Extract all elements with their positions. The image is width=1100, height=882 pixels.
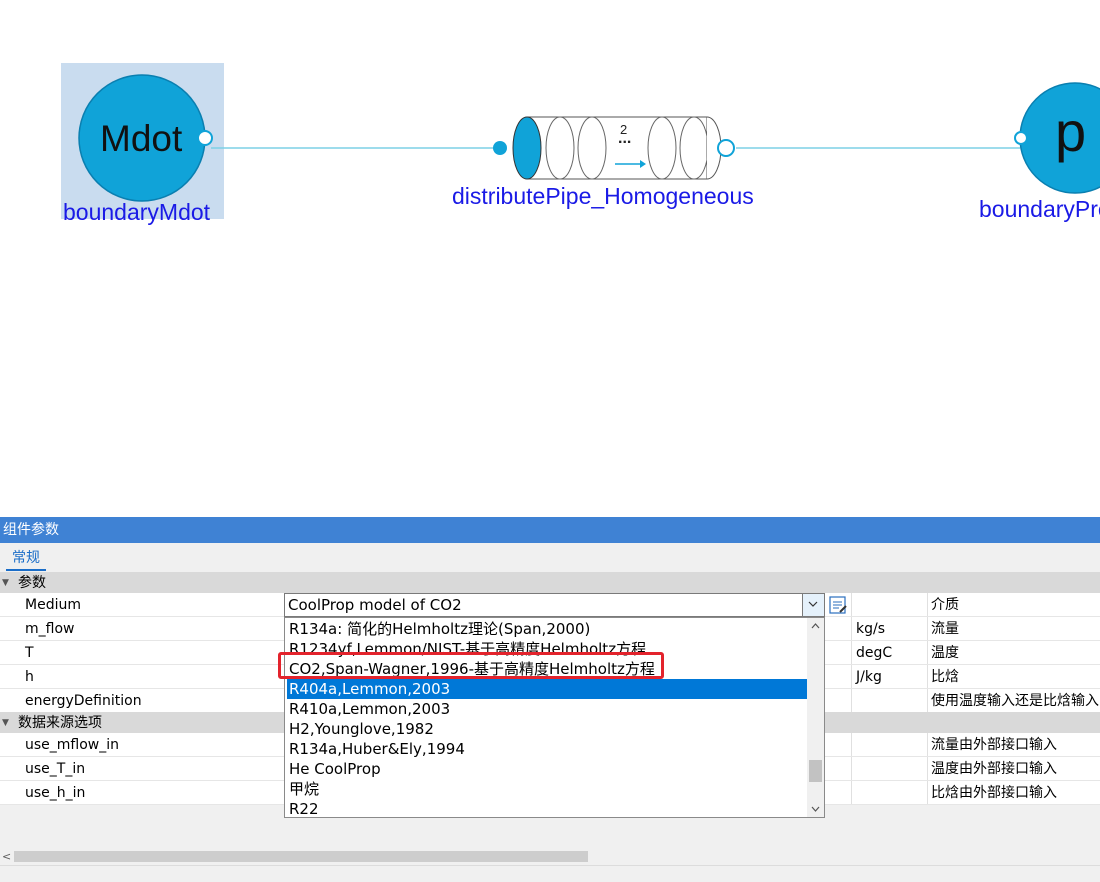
- param-unit: J/kg: [851, 665, 927, 688]
- port-inlet-icon: [1014, 131, 1028, 145]
- param-name: use_T_in: [25, 761, 86, 777]
- combobox-dropdown-button[interactable]: [802, 594, 824, 616]
- param-desc: 比焓: [927, 665, 1100, 688]
- horizontal-scrollbar-thumb[interactable]: [14, 851, 588, 862]
- dropdown-option-selected[interactable]: R404a,Lemmon,2003: [287, 679, 807, 699]
- panel-title: 组件参数: [0, 517, 1100, 543]
- param-unit: [851, 593, 927, 616]
- port-outlet-icon: [197, 130, 213, 146]
- param-desc: 温度: [927, 641, 1100, 664]
- distribute-pipe-icon[interactable]: [493, 116, 735, 180]
- medium-combobox[interactable]: CoolProp model of CO2: [284, 593, 825, 617]
- param-unit: [851, 781, 927, 804]
- port-outlet-icon: [717, 139, 735, 157]
- dropdown-option[interactable]: R134a: 简化的Helmholtz理论(Span,2000): [287, 619, 807, 639]
- distribute-pipe-label: distributePipe_Homogeneous: [452, 183, 754, 209]
- boundary-pressure-label: boundaryPre: [979, 196, 1100, 222]
- param-desc: 温度由外部接口输入: [927, 757, 1100, 780]
- edit-medium-button[interactable]: [828, 595, 848, 615]
- collapse-triangle-icon[interactable]: ▼: [2, 712, 9, 734]
- chevron-down-icon: [808, 601, 818, 607]
- tab-strip: 常规: [0, 543, 1100, 572]
- panel-footer: [0, 865, 1100, 882]
- param-name: T: [25, 645, 34, 661]
- param-desc: 比焓由外部接口输入: [927, 781, 1100, 804]
- edit-document-icon: [829, 596, 847, 614]
- param-name: Medium: [25, 597, 81, 613]
- model-diagram-canvas[interactable]: Mdot boundaryMdot 2 ... distributePipe_H…: [0, 0, 1100, 517]
- boundary-mdot-label: boundaryMdot: [63, 199, 211, 225]
- highlight-annotation-box: [278, 652, 664, 679]
- dropdown-option[interactable]: H2,Younglove,1982: [287, 719, 807, 739]
- scrollbar-thumb: [809, 760, 822, 782]
- param-name: energyDefinition: [25, 693, 142, 709]
- dropdown-option[interactable]: R22: [287, 799, 807, 817]
- param-desc: 使用温度输入还是比焓输入: [927, 689, 1100, 712]
- category-label: 数据来源选项: [18, 715, 102, 731]
- dropdown-option[interactable]: R134a,Huber&Ely,1994: [287, 739, 807, 759]
- category-label: 参数: [18, 575, 46, 591]
- medium-dropdown-list[interactable]: R134a: 简化的Helmholtz理论(Span,2000) R1234yf…: [284, 617, 825, 818]
- dropdown-option[interactable]: R410a,Lemmon,2003: [287, 699, 807, 719]
- scrollbar-graphics: [809, 623, 822, 812]
- param-name: use_mflow_in: [25, 737, 120, 753]
- param-desc: 介质: [927, 593, 1100, 616]
- tab-general[interactable]: 常规: [6, 547, 46, 571]
- param-unit: [851, 733, 927, 756]
- horizontal-scrollbar[interactable]: <: [0, 848, 1100, 865]
- dropdown-scrollbar[interactable]: [807, 618, 824, 817]
- collapse-triangle-icon[interactable]: ▼: [2, 572, 9, 594]
- pressure-icon-text: p: [1055, 100, 1087, 163]
- param-desc: 流量: [927, 617, 1100, 640]
- param-unit: [851, 757, 927, 780]
- category-row-parameters[interactable]: ▼ 参数: [0, 572, 1100, 594]
- mdot-icon-text: Mdot: [100, 118, 183, 159]
- param-desc: 流量由外部接口输入: [927, 733, 1100, 756]
- param-name: m_flow: [25, 621, 75, 637]
- param-unit: degC: [851, 641, 927, 664]
- scroll-up-icon: [811, 623, 820, 629]
- param-name: h: [25, 669, 34, 685]
- param-name: use_h_in: [25, 785, 86, 801]
- param-unit: kg/s: [851, 617, 927, 640]
- dropdown-option[interactable]: 甲烷: [287, 779, 807, 799]
- diagram-drawing: [61, 63, 1100, 219]
- scroll-down-icon: [811, 806, 820, 812]
- port-inlet-icon: [493, 141, 507, 155]
- dropdown-option[interactable]: He CoolProp: [287, 759, 807, 779]
- scroll-left-icon[interactable]: <: [2, 848, 11, 865]
- param-unit: [851, 689, 927, 712]
- pipe-icon-subtext: ...: [618, 130, 632, 147]
